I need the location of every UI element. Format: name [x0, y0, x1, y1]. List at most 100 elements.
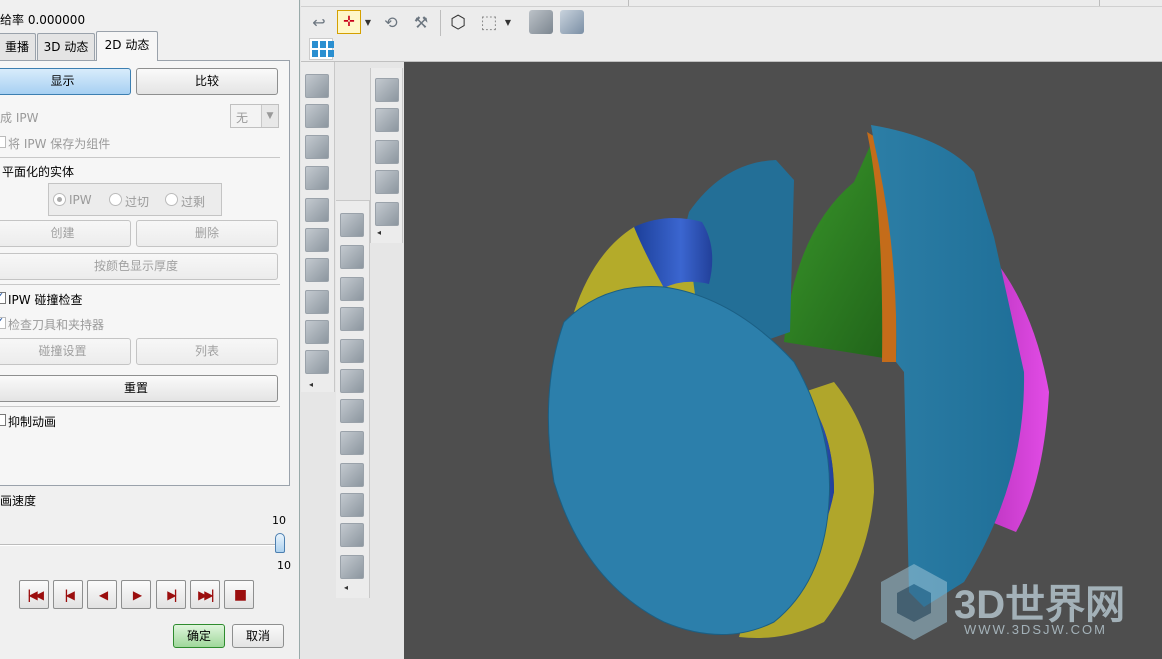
play-backward-button[interactable]: ◀	[87, 580, 117, 609]
create-button[interactable]: 创建	[0, 220, 131, 247]
cancel-button[interactable]: 取消	[232, 624, 284, 648]
stop-button[interactable]: ■	[224, 580, 254, 609]
tool-icon[interactable]	[340, 493, 364, 517]
radio-ipw[interactable]	[53, 193, 66, 206]
watermark-url: WWW.3DSJW.COM	[964, 622, 1107, 637]
selection-filter-icon[interactable]: ✛	[337, 10, 361, 34]
operation-icon[interactable]	[305, 350, 329, 374]
ipw-collision-checkbox[interactable]	[0, 290, 6, 304]
toolbar-separator	[440, 10, 441, 36]
reset-button[interactable]: 重置	[0, 375, 278, 402]
rotate-point-icon[interactable]: ⟲	[379, 10, 403, 34]
speed-slider-track[interactable]	[0, 544, 280, 546]
tool-icon[interactable]	[340, 555, 364, 579]
ok-button[interactable]: 确定	[173, 624, 225, 648]
operation-icon[interactable]	[305, 166, 329, 190]
ipw-label: 成 IPW	[0, 111, 39, 125]
toolbar-divider	[301, 6, 1162, 7]
tool-icon[interactable]	[340, 523, 364, 547]
rate-label: 给率 0.000000	[0, 13, 86, 27]
vertical-toolbar-3: ◂	[370, 68, 403, 243]
divider	[0, 157, 280, 158]
tool-icon[interactable]	[340, 369, 364, 393]
chevron-left-icon[interactable]: ◂	[344, 583, 348, 592]
show-button[interactable]: 显示	[0, 68, 131, 95]
operation-icon[interactable]	[305, 74, 329, 98]
tool-icon[interactable]	[340, 431, 364, 455]
watermark-logo-icon	[879, 562, 949, 642]
analysis-icon[interactable]	[375, 108, 399, 132]
radio-gouge-label: 过切	[125, 195, 150, 209]
operation-icon[interactable]	[305, 290, 329, 314]
ipw-select-value: 无	[236, 111, 249, 125]
undo-arrow-icon[interactable]: ↩	[307, 10, 331, 34]
chevron-left-icon[interactable]: ◂	[309, 380, 313, 389]
operation-icon[interactable]	[305, 320, 329, 344]
tool-icon[interactable]	[340, 339, 364, 363]
speed-slider-thumb[interactable]	[275, 533, 285, 553]
analysis-icon[interactable]	[375, 140, 399, 164]
vertical-toolbar-2: ◂	[336, 200, 370, 598]
suppress-animation-label: 抑制动画	[8, 415, 57, 429]
save-ipw-checkbox[interactable]	[0, 136, 6, 148]
tool-icon[interactable]	[340, 463, 364, 487]
tool-icon[interactable]	[340, 245, 364, 269]
suppress-animation-checkbox[interactable]	[0, 414, 6, 426]
analysis-icon[interactable]	[375, 170, 399, 194]
ipw-select[interactable]: 无 ▼	[230, 104, 279, 128]
tool-icon[interactable]	[340, 277, 364, 301]
chevron-down-icon[interactable]: ▼	[503, 10, 513, 34]
model-body-right	[871, 125, 1025, 607]
play-forward-button[interactable]: ▶	[121, 580, 151, 609]
check-tool-holder-label: 检查刀具和夹持器	[8, 318, 105, 332]
check-tool-holder-checkbox[interactable]	[0, 315, 6, 329]
ipw-collision-label: IPW 碰撞检查	[8, 293, 83, 307]
radio-excess[interactable]	[165, 193, 178, 206]
tab-3d-dynamic[interactable]: 3D 动态	[37, 33, 95, 60]
tab-2d-dynamic[interactable]: 2D 动态	[96, 31, 158, 61]
radio-excess-label: 过剩	[181, 195, 206, 209]
divider	[0, 284, 280, 285]
compare-button[interactable]: 比较	[136, 68, 278, 95]
delete-button[interactable]: 删除	[136, 220, 278, 247]
vertical-toolbar-1: ◂	[301, 62, 335, 392]
tab-replay[interactable]: 重播	[0, 33, 36, 60]
operation-icon[interactable]	[305, 135, 329, 159]
analysis-icon[interactable]	[375, 78, 399, 102]
toolbar-separator	[1099, 0, 1100, 6]
box-select-icon[interactable]: ⬚	[477, 10, 501, 34]
tool-path-icon[interactable]: ⚒	[409, 10, 433, 34]
simulation-dialog: 给率 0.000000 重播 3D 动态 2D 动态 显示 比较 成 IPW 无…	[0, 0, 300, 659]
grid-menu-icon[interactable]	[309, 38, 334, 60]
operation-icon[interactable]	[305, 198, 329, 222]
skip-to-start-button[interactable]: |◀◀	[19, 580, 49, 609]
speed-value: 10	[272, 514, 286, 527]
operation-icon[interactable]	[305, 104, 329, 128]
step-back-button[interactable]: |◀	[53, 580, 83, 609]
chevron-down-icon[interactable]: ▼	[363, 10, 373, 34]
faceted-section-title: 平面化的实体	[2, 165, 75, 179]
collision-settings-button[interactable]: 碰撞设置	[0, 338, 131, 365]
chevron-down-icon[interactable]: ▼	[261, 105, 278, 127]
skip-to-end-button[interactable]: ▶▶|	[190, 580, 220, 609]
operation-icon[interactable]	[305, 258, 329, 282]
list-button[interactable]: 列表	[136, 338, 278, 365]
radio-gouge[interactable]	[109, 193, 122, 206]
step-forward-button[interactable]: ▶|	[156, 580, 186, 609]
tool-icon[interactable]	[340, 213, 364, 237]
tool-icon[interactable]	[340, 307, 364, 331]
speed-max-label: 10	[277, 559, 291, 572]
analysis-icon[interactable]	[375, 202, 399, 226]
solid-view-icon[interactable]	[560, 10, 584, 34]
simulated-part-model	[547, 125, 1049, 638]
graphics-viewport[interactable]: 3D世界网 WWW.3DSJW.COM	[404, 62, 1162, 659]
faceted-radio-group: IPW 过切 过剩	[48, 183, 222, 216]
thickness-by-color-button[interactable]: 按颜色显示厚度	[0, 253, 278, 280]
animation-speed-label: 画速度	[0, 494, 37, 508]
operation-icon[interactable]	[305, 228, 329, 252]
shaded-solid-icon[interactable]	[529, 10, 553, 34]
tool-icon[interactable]	[340, 399, 364, 423]
hexagon-icon[interactable]: ⬡	[446, 10, 470, 34]
chevron-left-icon[interactable]: ◂	[377, 228, 381, 237]
radio-ipw-label: IPW	[69, 193, 92, 207]
